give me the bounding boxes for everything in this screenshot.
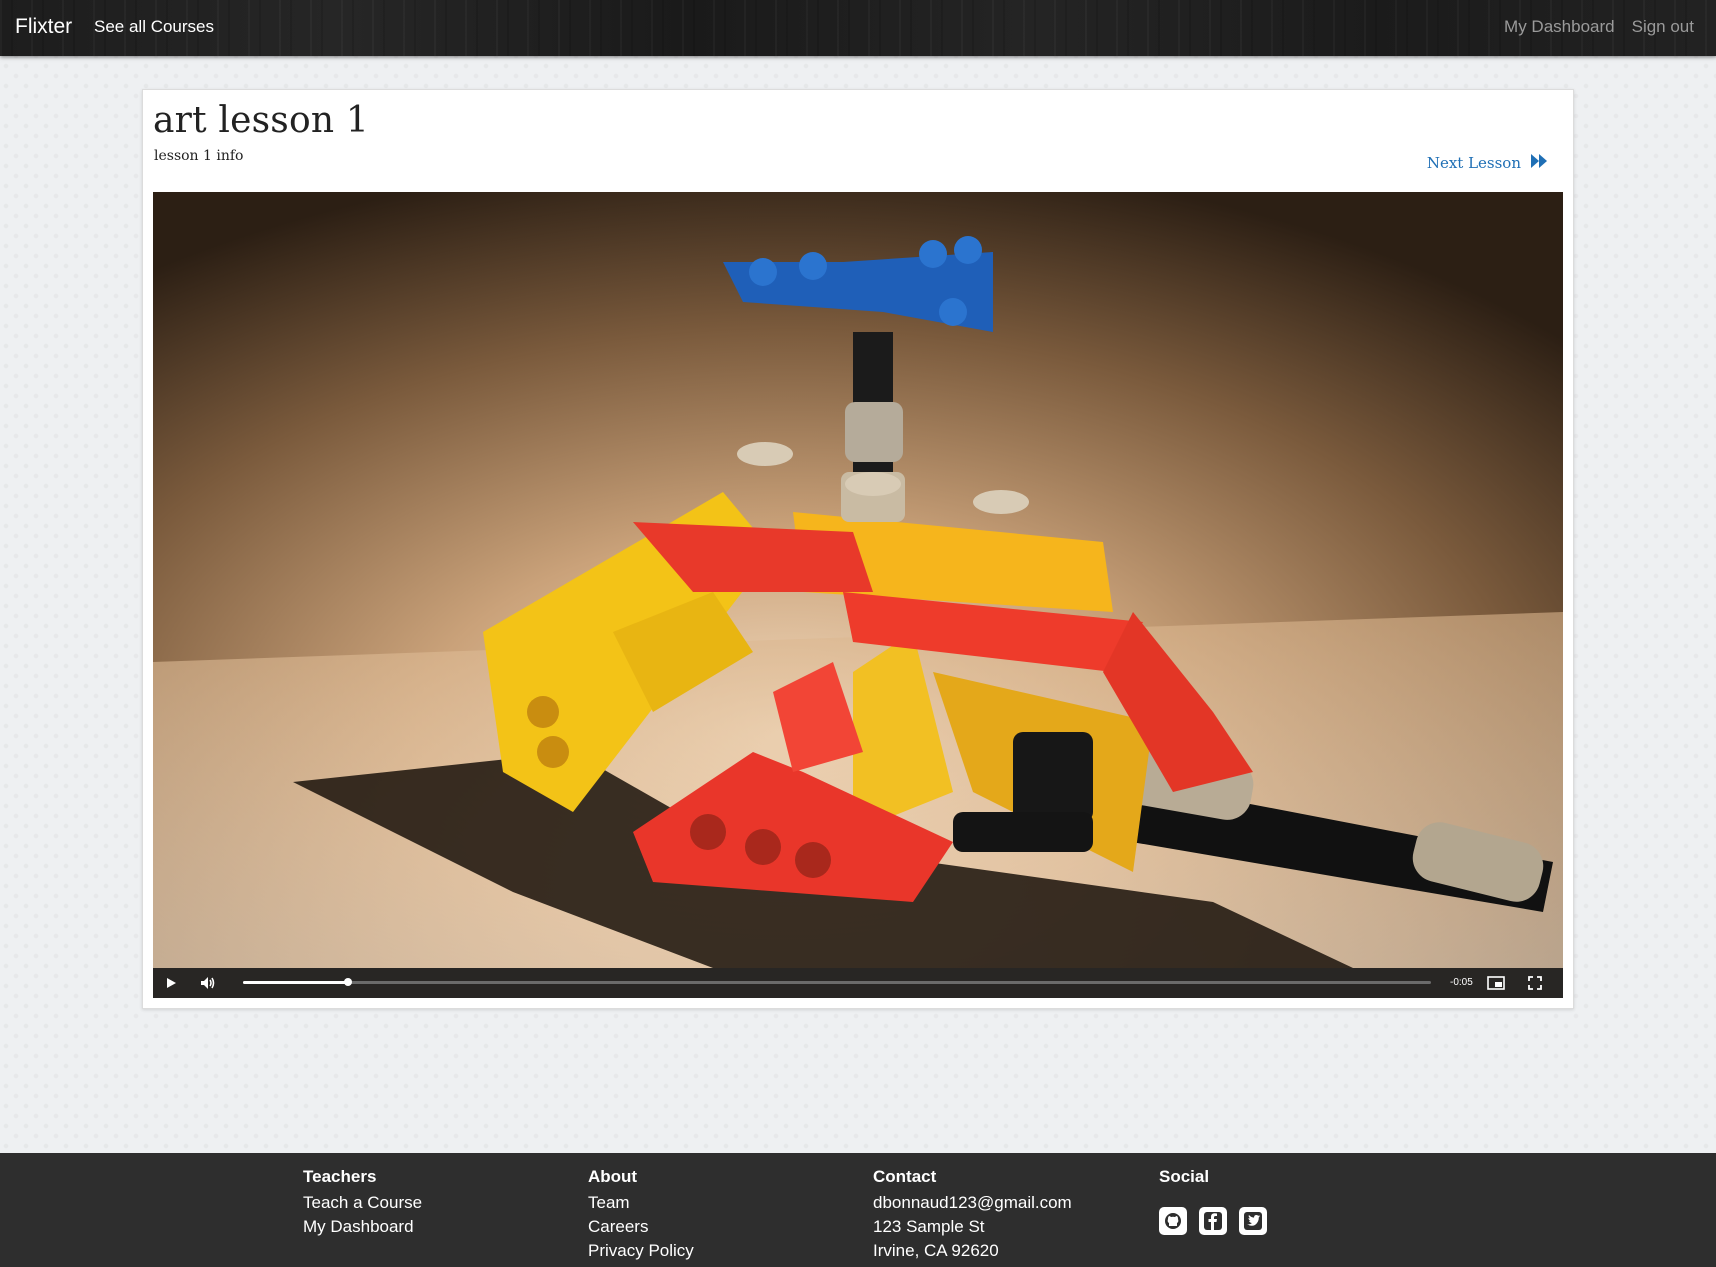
footer-about-column: About Team Careers Privacy Policy (588, 1167, 694, 1263)
video-progress-thumb[interactable] (343, 978, 352, 986)
footer-teachers-heading: Teachers (303, 1167, 377, 1186)
sign-out-link[interactable]: Sign out (1632, 17, 1694, 37)
top-navbar: Flixter See all Courses My Dashboard Sig… (0, 0, 1716, 56)
next-lesson-label: Next Lesson (1426, 154, 1521, 172)
privacy-policy-link[interactable]: Privacy Policy (588, 1239, 694, 1263)
video-progress-bar[interactable] (243, 978, 1431, 986)
lesson-title: art lesson 1 (153, 100, 369, 141)
careers-link[interactable]: Careers (588, 1215, 694, 1239)
video-controls: -0:05 (153, 968, 1563, 998)
site-footer: Teachers Teach a Course My Dashboard Abo… (0, 1153, 1716, 1267)
address-line-1: 123 Sample St (873, 1217, 985, 1236)
social-icons (1159, 1207, 1267, 1235)
github-icon[interactable] (1159, 1207, 1187, 1235)
my-dashboard-link[interactable]: My Dashboard (1504, 17, 1615, 37)
lesson-card: art lesson 1 lesson 1 info Next Lesson -… (142, 89, 1574, 1009)
fast-forward-icon (1531, 154, 1547, 172)
video-progress-fill (243, 981, 348, 984)
contact-email-link[interactable]: dbonnaud123@gmail.com (873, 1191, 1072, 1215)
footer-social-column: Social (1159, 1167, 1267, 1235)
address-line-2: Irvine, CA 92620 (873, 1241, 999, 1260)
twitter-icon[interactable] (1239, 1207, 1267, 1235)
fullscreen-icon[interactable] (1527, 975, 1543, 991)
time-remaining: -0:05 (1450, 977, 1473, 988)
footer-social-heading: Social (1159, 1167, 1210, 1186)
volume-icon[interactable] (199, 975, 217, 991)
brand-logo-link[interactable]: Flixter (15, 15, 72, 39)
lesson-info: lesson 1 info (154, 148, 244, 164)
facebook-icon[interactable] (1199, 1207, 1227, 1235)
teach-a-course-link[interactable]: Teach a Course (303, 1191, 422, 1215)
next-lesson-link[interactable]: Next Lesson (1427, 154, 1547, 172)
picture-in-picture-icon[interactable] (1487, 975, 1505, 991)
play-icon[interactable] (163, 975, 179, 991)
see-all-courses-link[interactable]: See all Courses (94, 17, 214, 37)
footer-teachers-column: Teachers Teach a Course My Dashboard (303, 1167, 422, 1239)
video-frame (153, 192, 1563, 968)
navbar-right-links: My Dashboard Sign out (1504, 17, 1694, 37)
footer-my-dashboard-link[interactable]: My Dashboard (303, 1215, 422, 1239)
team-link[interactable]: Team (588, 1191, 694, 1215)
footer-about-heading: About (588, 1167, 638, 1186)
video-player[interactable]: -0:05 (153, 192, 1563, 998)
footer-contact-heading: Contact (873, 1167, 937, 1186)
footer-contact-column: Contact dbonnaud123@gmail.com 123 Sample… (873, 1167, 1072, 1263)
